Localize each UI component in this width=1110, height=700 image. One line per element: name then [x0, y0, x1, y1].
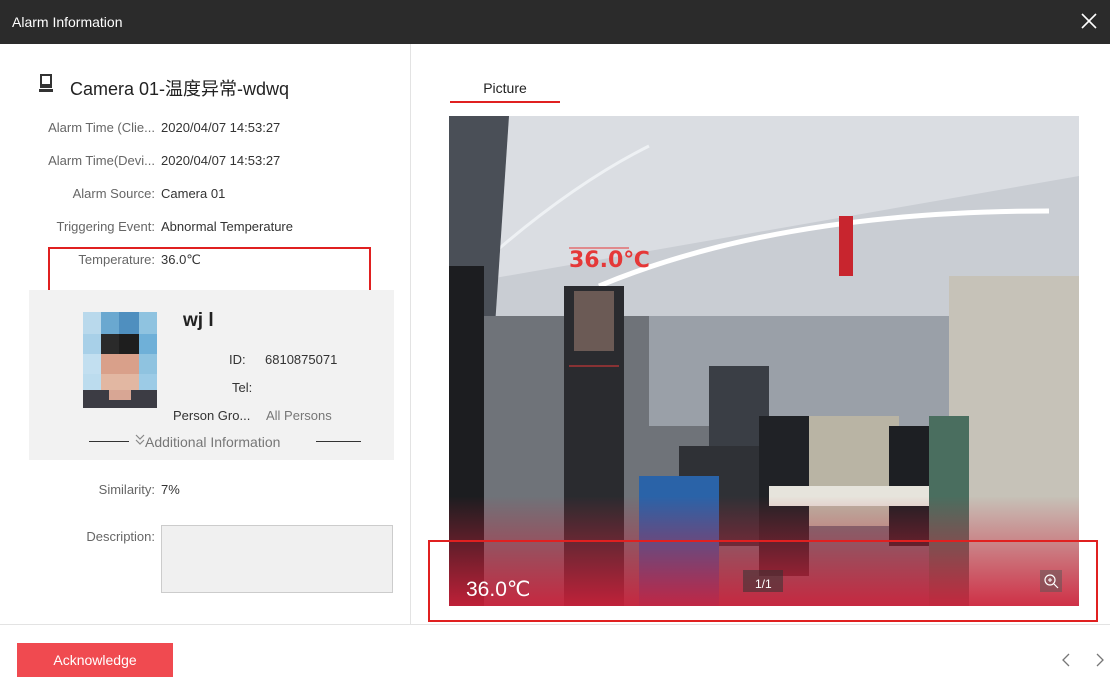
divider — [316, 441, 361, 442]
person-id-value: 6810875071 — [265, 352, 338, 367]
chevron-right-icon — [1096, 653, 1104, 667]
field-value: Abnormal Temperature — [161, 219, 293, 234]
person-group-label: Person Gro... — [173, 408, 251, 423]
field-value: Camera 01 — [161, 186, 226, 201]
next-button[interactable] — [1090, 648, 1110, 672]
person-tel-label: Tel: — [232, 380, 253, 395]
person-group-value: All Persons — [266, 408, 332, 423]
previous-button[interactable] — [1056, 648, 1076, 672]
tab-picture-label: Picture — [483, 80, 527, 96]
person-card: wj l ID: 6810875071 Tel: Person Gro... A… — [29, 290, 394, 460]
alarm-details-panel: Camera 01-温度异常-wdwq Alarm Time (Clie... … — [0, 44, 410, 624]
tab-picture[interactable]: Picture — [450, 72, 560, 104]
window-titlebar: Alarm Information — [0, 0, 1110, 44]
acknowledge-button[interactable]: Acknowledge — [17, 643, 173, 677]
description-textarea[interactable] — [161, 525, 393, 593]
panel-divider — [410, 44, 411, 624]
field-value: 2020/04/07 14:53:27 — [161, 120, 281, 135]
field-label: Alarm Source: — [72, 186, 155, 201]
additional-information-toggle[interactable]: Additional Information — [29, 432, 394, 452]
close-button[interactable] — [1074, 6, 1104, 36]
camera-name: Camera 01-温度异常-wdwq — [70, 79, 290, 99]
field-label: Alarm Time (Clie... — [48, 120, 155, 135]
description-label: Description: — [86, 529, 155, 544]
similarity-label: Similarity: — [98, 482, 155, 497]
double-chevron-down-icon — [135, 434, 145, 445]
camera-icon — [39, 74, 53, 97]
captured-picture — [449, 116, 1079, 606]
additional-information-label: Additional Information — [145, 434, 281, 450]
similarity-value: 7% — [161, 482, 180, 497]
field-row-alarm-source: Alarm Source: Camera 01 — [0, 186, 410, 206]
person-name: wj l — [183, 310, 214, 331]
close-icon — [1081, 13, 1097, 29]
field-value: 2020/04/07 14:53:27 — [161, 153, 281, 168]
field-row-triggering-event: Triggering Event: Abnormal Temperature — [0, 219, 410, 239]
picture-highlight-box — [428, 540, 1098, 622]
field-row-alarm-time-client: Alarm Time (Clie... 2020/04/07 14:53:27 — [0, 120, 410, 140]
footer-divider — [0, 624, 1110, 625]
temperature-overlay: 36.0℃ — [569, 248, 650, 273]
field-label: Triggering Event: — [56, 219, 155, 234]
avatar — [83, 312, 157, 408]
field-row-alarm-time-device: Alarm Time(Devi... 2020/04/07 14:53:27 — [0, 153, 410, 173]
divider — [89, 441, 129, 442]
tab-active-indicator — [450, 101, 560, 103]
field-row-similarity: Similarity: 7% — [0, 482, 410, 502]
temperature-highlight-box — [48, 247, 371, 294]
person-id-label: ID: — [229, 352, 246, 367]
field-label: Alarm Time(Devi... — [48, 153, 155, 168]
chevron-left-icon — [1062, 653, 1070, 667]
window-title: Alarm Information — [12, 14, 123, 30]
